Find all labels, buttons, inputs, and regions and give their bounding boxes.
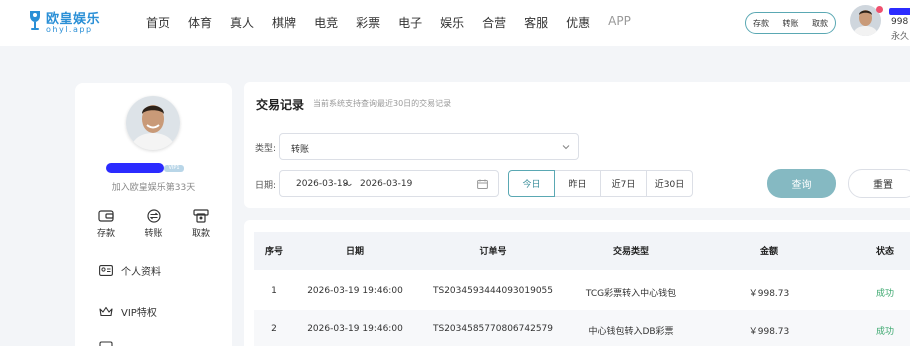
tab-last-30-days[interactable]: 近30日 <box>646 170 693 197</box>
reset-button[interactable]: 重置 <box>848 169 910 198</box>
cell-status: 成功 <box>875 289 895 299</box>
sidebar-item-label: VIP特权 <box>121 308 157 319</box>
brand-domain: ohyl.app <box>46 25 93 34</box>
quick-actions: 存款 转账 取款 <box>745 12 836 34</box>
header-user-tag: 永久 <box>891 32 910 42</box>
cell-amount: ￥998.73 <box>748 289 790 299</box>
date-end: 2026-03-19 <box>360 179 413 189</box>
withdraw-label: 取款 <box>191 229 210 239</box>
cell-amount: ￥998.73 <box>748 327 790 337</box>
cell-index: 2 <box>271 324 277 334</box>
withdraw-icon <box>193 209 209 223</box>
type-select[interactable]: 转账 <box>279 133 579 160</box>
exchange-icon <box>146 209 161 223</box>
sidebar-item-profile[interactable]: 个人资料 <box>99 263 161 278</box>
tab-yesterday[interactable]: 昨日 <box>554 170 601 197</box>
avatar-portrait-icon <box>126 96 180 150</box>
cell-index: 1 <box>271 286 277 296</box>
wallet-icon <box>98 210 114 222</box>
table-header: 序号 日期 订单号 交易类型 金额 状态 <box>254 232 910 270</box>
date-range-picker[interactable]: 2026-03-19 ～ 2026-03-19 <box>279 170 499 197</box>
header-balance: 998 <box>891 17 909 27</box>
nav-item-slots[interactable]: 电子 <box>398 14 422 31</box>
nav-item-promotions[interactable]: 优惠 <box>566 14 590 31</box>
date-separator: ～ <box>343 181 353 191</box>
menu-icon <box>99 341 113 346</box>
quick-deposit-link[interactable]: 存款 <box>753 18 769 29</box>
cell-transaction-type: TCG彩票转入中心钱包 <box>585 289 677 299</box>
type-label: 类型: <box>255 144 277 154</box>
redacted-username <box>106 163 164 173</box>
transaction-table-panel: 序号 日期 订单号 交易类型 金额 状态 1 2026-03-19 19:46:… <box>244 220 910 346</box>
main-nav: 首页 体育 真人 棋牌 电竞 彩票 电子 娱乐 合营 客服 优惠 APP <box>146 14 649 31</box>
nav-item-live[interactable]: 真人 <box>230 14 254 31</box>
nav-item-partner[interactable]: 合营 <box>482 14 506 31</box>
column-header-order: 订单号 <box>479 247 507 257</box>
cell-date: 2026-03-19 19:46:00 <box>307 286 403 296</box>
quick-withdraw-link[interactable]: 取款 <box>812 18 828 29</box>
calendar-icon <box>477 179 488 189</box>
nav-item-sports[interactable]: 体育 <box>188 14 212 31</box>
transfer-button[interactable]: 转账 <box>139 209 169 239</box>
cell-transaction-type: 中心钱包转入DB彩票 <box>588 327 674 337</box>
nav-item-esports[interactable]: 电竞 <box>314 14 338 31</box>
nav-item-cards[interactable]: 棋牌 <box>272 14 296 31</box>
page-hint: 当前系统支持查询最近30日的交易记录 <box>313 99 452 108</box>
date-start: 2026-03-19 <box>296 179 349 189</box>
table-row: 1 2026-03-19 19:46:00 TS2034593444093019… <box>254 272 910 310</box>
sidebar-item-vip[interactable]: VIP特权 <box>99 304 157 319</box>
account-sidebar: VIP1 加入欧皇娱乐第33天 存款 转账 取款 个人资料 VIP特权 <box>75 83 232 346</box>
column-header-index: 序号 <box>264 247 284 257</box>
withdraw-button[interactable]: 取款 <box>186 209 216 239</box>
date-label: 日期: <box>255 181 277 191</box>
wallet-actions: 存款 转账 取款 <box>91 209 216 239</box>
membership-days: 加入欧皇娱乐第33天 <box>111 183 196 193</box>
nav-item-entertainment[interactable]: 娱乐 <box>440 14 464 31</box>
date-quick-tabs: 今日 昨日 近7日 近30日 <box>508 170 693 197</box>
vip-level-badge: VIP1 <box>164 165 184 172</box>
cell-date: 2026-03-19 19:46:00 <box>307 324 403 334</box>
deposit-button[interactable]: 存款 <box>91 209 121 239</box>
notification-dot <box>876 6 883 13</box>
nav-item-lottery[interactable]: 彩票 <box>356 14 380 31</box>
column-header-type: 交易类型 <box>612 247 650 257</box>
page-title: 交易记录 <box>256 98 305 112</box>
cell-order-number: TS2034593444093019055 <box>432 286 554 296</box>
crown-icon <box>99 306 113 317</box>
search-button[interactable]: 查询 <box>767 169 836 198</box>
transaction-filter-panel: 交易记录 当前系统支持查询最近30日的交易记录 类型: 转账 日期: 2026-… <box>244 82 910 208</box>
column-header-date: 日期 <box>345 247 365 257</box>
transfer-label: 转账 <box>144 229 163 239</box>
brand-logo[interactable]: 欧皇娱乐 ohyl.app <box>28 6 108 38</box>
type-select-value: 转账 <box>291 145 310 155</box>
redacted-username <box>889 8 910 15</box>
tab-last-7-days[interactable]: 近7日 <box>600 170 647 197</box>
profile-card-icon <box>99 265 113 276</box>
tab-today[interactable]: 今日 <box>508 170 555 197</box>
sidebar-item-label: 个人资料 <box>121 267 161 278</box>
table-row: 2 2026-03-19 19:46:00 TS2034585770806742… <box>254 310 910 346</box>
sidebar-item-more[interactable] <box>99 341 121 346</box>
chevron-down-icon <box>562 145 570 150</box>
quick-transfer-link[interactable]: 转账 <box>783 18 799 29</box>
nav-item-home[interactable]: 首页 <box>146 14 170 31</box>
column-header-amount: 金额 <box>759 247 779 257</box>
sidebar-avatar[interactable] <box>126 96 180 150</box>
nav-item-service[interactable]: 客服 <box>524 14 548 31</box>
column-header-status: 状态 <box>875 247 895 257</box>
cell-order-number: TS2034585770806742579 <box>432 324 554 334</box>
deposit-label: 存款 <box>96 229 115 239</box>
nav-item-app[interactable]: APP <box>608 14 631 31</box>
trophy-logo-icon <box>30 11 40 30</box>
top-navbar: 欧皇娱乐 ohyl.app 首页 体育 真人 棋牌 电竞 彩票 电子 娱乐 合营… <box>0 0 910 46</box>
cell-status: 成功 <box>875 327 895 337</box>
